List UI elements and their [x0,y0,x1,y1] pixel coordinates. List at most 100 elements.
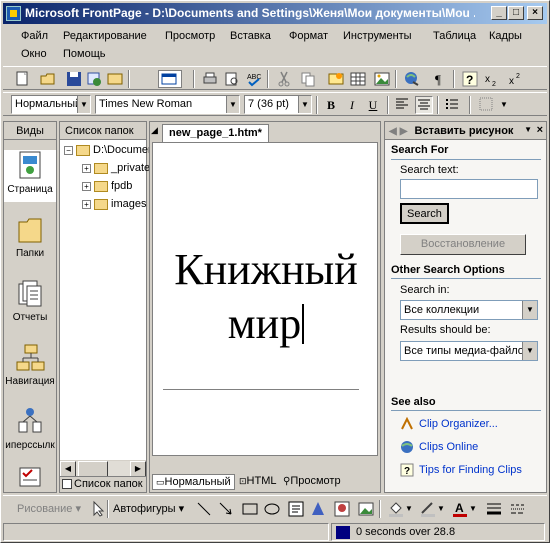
insert-component-icon[interactable] [327,70,345,88]
collapse-icon[interactable]: − [64,145,73,155]
page-heading[interactable]: Книжный мир [153,243,379,351]
document-canvas[interactable]: Книжный мир [152,142,378,456]
underline-button[interactable]: U [364,96,382,114]
save-icon[interactable] [65,70,83,88]
copy-icon[interactable] [299,70,317,88]
chevron-down-icon[interactable]: ▼ [524,125,532,134]
chevron-down-icon[interactable]: ▼ [405,504,413,513]
chevron-down-icon[interactable]: ▼ [495,96,513,114]
scroll-right-icon[interactable]: ▶ [130,461,146,477]
horizontal-line[interactable] [163,389,359,391]
close-button[interactable]: × [527,6,543,20]
frontpage-icon[interactable] [6,6,21,21]
title-bar[interactable]: Microsoft FrontPage - D:\Documents and S… [3,3,547,24]
align-center-icon[interactable] [415,96,433,114]
new-page-icon[interactable] [13,70,31,88]
tips-link[interactable]: ? Tips for Finding Clips [400,463,522,477]
minimize-button[interactable]: _ [491,6,507,20]
insert-table-icon[interactable] [349,70,367,88]
autoshapes-menu[interactable]: Автофигуры ▾ [113,502,184,515]
help-icon[interactable]: ? [461,70,479,88]
font-color-icon[interactable]: A [451,500,469,518]
view-navigation[interactable]: Навигация [4,342,56,392]
font-size-select[interactable]: 7 (36 pt) ▼ [244,95,312,114]
search-text-input[interactable] [400,179,538,199]
oval-tool-icon[interactable] [263,500,281,518]
align-left-icon[interactable] [393,96,411,114]
tab-normal[interactable]: ▭Нормальный [152,474,235,490]
tree-item-images[interactable]: + images [82,198,146,210]
wordart-icon[interactable] [309,500,327,518]
scroll-thumb[interactable] [78,461,108,477]
print-icon[interactable] [201,70,219,88]
picture-tool-icon[interactable] [357,500,375,518]
fill-color-icon[interactable] [387,500,405,518]
subscript-icon[interactable]: x2 [483,70,501,88]
open-icon[interactable] [39,70,57,88]
menu-insert[interactable]: Вставка [226,28,275,44]
view-tasks[interactable] [4,466,56,490]
menu-view[interactable]: Просмотр [161,28,219,44]
menu-window[interactable]: Окно [17,46,51,62]
horizontal-scrollbar[interactable]: ◀ ▶ [60,460,146,477]
bullets-icon[interactable] [443,96,461,114]
document-tab[interactable]: new_page_1.htm* [162,124,269,142]
menu-help[interactable]: Помощь [59,46,110,62]
font-select[interactable]: Times New Roman ▼ [95,95,240,114]
tab-html[interactable]: ⊡HTML [236,474,280,490]
view-page[interactable]: Страница [4,150,56,202]
textbox-tool-icon[interactable] [287,500,305,518]
maximize-button[interactable]: □ [508,6,524,20]
folder-toggle-icon[interactable] [106,70,124,88]
expand-icon[interactable]: + [82,199,91,209]
tree-item-private[interactable]: + _private [82,162,150,174]
scroll-left-icon[interactable]: ◀ [60,461,76,477]
expand-icon[interactable]: + [82,181,91,191]
tree-item-fpdb[interactable]: + fpdb [82,180,132,192]
restore-button[interactable]: Восстановление [400,234,526,255]
expand-icon[interactable]: + [82,163,91,173]
dash-style-icon[interactable] [509,500,527,518]
chevron-down-icon[interactable]: ▼ [469,504,477,513]
draw-menu[interactable]: Рисование ▾ [17,502,81,515]
rectangle-tool-icon[interactable] [241,500,259,518]
tab-preview[interactable]: ⚲Просмотр [280,474,344,490]
spelling-icon[interactable]: ABC [245,70,263,88]
borders-icon[interactable] [477,96,495,114]
menu-edit[interactable]: Редактирование [59,28,151,44]
menu-table[interactable]: Таблица [429,28,480,44]
views-toggle-icon[interactable] [158,70,182,88]
arrow-tool-icon[interactable] [217,500,235,518]
search-button[interactable]: Search [400,203,449,224]
line-style-icon[interactable] [485,500,503,518]
line-tool-icon[interactable] [195,500,213,518]
menu-file[interactable]: Файл [17,28,52,44]
folder-list-tab[interactable]: Список папок [60,476,146,492]
clipart-icon[interactable] [333,500,351,518]
italic-button[interactable]: I [343,96,361,114]
show-all-icon[interactable]: ¶ [431,70,449,88]
hyperlink-icon[interactable] [403,70,421,88]
menu-format[interactable]: Формат [285,28,332,44]
line-color-icon[interactable] [419,500,437,518]
back-arrow-icon[interactable]: ◀ [389,126,397,137]
print-preview-icon[interactable] [223,70,241,88]
menu-tools[interactable]: Инструменты [339,28,416,44]
tab-scroll-icon[interactable]: ◢ [151,125,158,136]
insert-picture-icon[interactable] [373,70,391,88]
forward-arrow-icon[interactable]: ▶ [400,126,408,137]
select-pointer-icon[interactable] [89,500,107,518]
close-icon[interactable]: × [537,124,543,136]
publish-icon[interactable] [85,70,103,88]
clip-organizer-link[interactable]: Clip Organizer... [400,416,498,431]
menu-frames[interactable]: Кадры [485,28,526,44]
style-select[interactable]: Нормальный ▼ [11,95,91,114]
search-in-select[interactable]: Все коллекции ▼ [400,300,538,320]
bold-button[interactable]: B [322,96,340,114]
results-select[interactable]: Все типы медиа-файлов ▼ [400,341,538,361]
superscript-icon[interactable]: x2 [507,70,525,88]
tree-item-root[interactable]: − D:\Documents [64,144,163,156]
view-folders[interactable]: Папки [4,214,56,264]
chevron-down-icon[interactable]: ▼ [437,504,445,513]
clips-online-link[interactable]: Clips Online [400,440,478,454]
